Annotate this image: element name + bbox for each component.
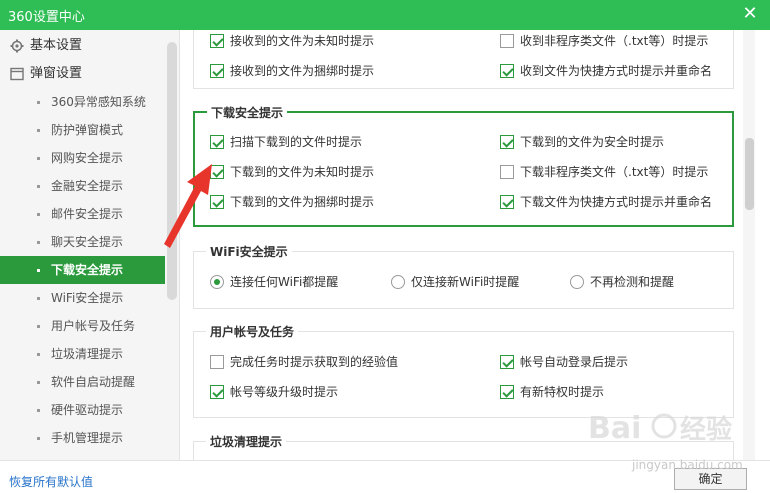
close-icon[interactable]: ✕ [740,3,760,25]
sidebar-item-label: 网购安全提示 [51,151,124,165]
option-label: 帐号自动登录后提示 [520,355,629,369]
sidebar-item-label: 垃圾清理提示 [51,347,124,361]
bullet-icon [37,101,40,104]
sidebar-item-label: 用户帐号及任务 [51,319,136,333]
radio-button[interactable] [210,275,224,289]
sidebar-item-label: 硬件驱动提示 [51,403,124,417]
svg-text:Bai: Bai [588,411,641,446]
sidebar-item-label: 聊天安全提示 [51,235,124,249]
option-label: 接收到的文件为未知时提示 [230,34,375,48]
checkbox[interactable] [500,165,514,179]
sidebar-item-label: 邮件安全提示 [51,207,124,221]
sidebar-item-download[interactable]: 下载安全提示 [0,256,165,284]
bullet-icon [37,241,40,244]
restore-defaults-link[interactable]: 恢复所有默认值 [9,473,93,490]
content-scrollbar[interactable] [745,138,754,210]
sidebar-item-chat[interactable]: 聊天安全提示 [0,228,165,256]
checkbox[interactable] [210,385,224,399]
sidebar-item-trash[interactable]: 垃圾清理提示 [0,340,165,368]
sidebar-item-shopping[interactable]: 网购安全提示 [0,144,165,172]
bullet-icon [37,325,40,328]
checkbox[interactable] [500,135,514,149]
window-icon [10,67,24,81]
option-label: 帐号等级升级时提示 [230,385,339,399]
section-title: 用户帐号及任务 [206,323,299,340]
receive-file-box: 接收到的文件为未知时提示 收到非程序类文件（.txt等）时提示 接收到的文件为捆… [193,30,734,89]
option-label: 收到非程序类文件（.txt等）时提示 [520,34,709,48]
option-label: 下载非程序类文件（.txt等）时提示 [520,165,709,179]
title-bar: 360设置中心 ✕ [0,0,770,30]
bullet-icon [37,213,40,216]
option-label: 完成任务时提示获取到的经验值 [230,355,399,369]
sidebar-item-label: 防护弹窗模式 [51,123,124,137]
bullet-icon [37,353,40,356]
sidebar-item-finance[interactable]: 金融安全提示 [0,172,165,200]
option-label: 不再检测和提醒 [590,275,675,289]
sidebar-item-label: 手机管理提示 [51,431,124,445]
sidebar-section-label: 基本设置 [30,38,83,53]
option-label: 扫描下载到的文件时提示 [230,135,363,149]
sidebar-item-wifi[interactable]: WiFi安全提示 [0,284,165,312]
gear-icon [10,39,24,53]
section-title: WiFi安全提示 [206,243,292,260]
bullet-icon [37,381,40,384]
sidebar-item-popup-mode[interactable]: 防护弹窗模式 [0,116,165,144]
bullet-icon [37,437,40,440]
checkbox[interactable] [500,355,514,369]
radio-button[interactable] [391,275,405,289]
watermark-url: jingyan.baidu.com [632,458,743,472]
checkbox[interactable] [210,34,224,48]
option-label: 下载到的文件为未知时提示 [230,165,375,179]
bullet-icon [37,297,40,300]
sidebar-section-label: 弹窗设置 [30,66,83,81]
checkbox[interactable] [210,64,224,78]
window-title: 360设置中心 [8,10,85,25]
checkbox[interactable] [210,355,224,369]
sidebar-item-label: 下载安全提示 [51,263,124,277]
checkbox[interactable] [500,34,514,48]
checkbox[interactable] [500,64,514,78]
option-label: 连接任何WiFi都提醒 [230,275,339,289]
sidebar-item-label: WiFi安全提示 [51,291,124,305]
option-label: 下载文件为快捷方式时提示并重命名 [520,195,713,209]
sidebar-item-mail[interactable]: 邮件安全提示 [0,200,165,228]
checkbox[interactable] [500,385,514,399]
checkbox[interactable] [210,135,224,149]
option-label: 收到文件为快捷方式时提示并重命名 [520,64,713,78]
option-label: 下载到的文件为捆绑时提示 [230,195,375,209]
bullet-icon [37,185,40,188]
sidebar-item-autostart[interactable]: 软件自启动提醒 [0,368,165,396]
sidebar-item-anomaly[interactable]: 360异常感知系统 [0,88,165,116]
bullet-icon [37,269,40,272]
sidebar-item-driver[interactable]: 硬件驱动提示 [0,396,165,424]
content-scrollbar-track [743,30,755,460]
sidebar-item-label: 软件自启动提醒 [51,375,136,389]
settings-panel: 接收到的文件为未知时提示 收到非程序类文件（.txt等）时提示 接收到的文件为捆… [181,30,770,460]
annotation-arrow-icon [164,164,212,248]
sidebar-section-basic[interactable]: 基本设置 [0,32,165,60]
sidebar-item-label: 金融安全提示 [51,179,124,193]
checkbox[interactable] [500,195,514,209]
wifi-safety-box: WiFi安全提示 连接任何WiFi都提醒 仅连接新WiFi时提醒 不再检测和提醒 [193,243,734,309]
bullet-icon [37,157,40,160]
option-label: 有新特权时提示 [520,385,605,399]
sidebar-item-account[interactable]: 用户帐号及任务 [0,312,165,340]
section-title: 下载安全提示 [207,104,288,121]
sidebar-item-label: 360异常感知系统 [51,95,146,109]
svg-text:经验: 经验 [680,414,732,445]
bullet-icon [37,409,40,412]
bullet-icon [37,129,40,132]
sidebar: 基本设置 弹窗设置 360异常感知系统 防护弹窗模式 网购安全提示 金融安全提示… [0,30,180,460]
option-label: 仅连接新WiFi时提醒 [411,275,520,289]
option-label: 接收到的文件为捆绑时提示 [230,64,375,78]
section-title: 垃圾清理提示 [206,433,287,450]
option-label: 下载到的文件为安全时提示 [520,135,665,149]
sidebar-section-popup[interactable]: 弹窗设置 [0,60,165,88]
download-safety-box: 下载安全提示 扫描下载到的文件时提示 下载到的文件为安全时提示 下载到的文件为未… [193,104,734,227]
radio-button[interactable] [570,275,584,289]
sidebar-item-phone[interactable]: 手机管理提示 [0,424,165,452]
